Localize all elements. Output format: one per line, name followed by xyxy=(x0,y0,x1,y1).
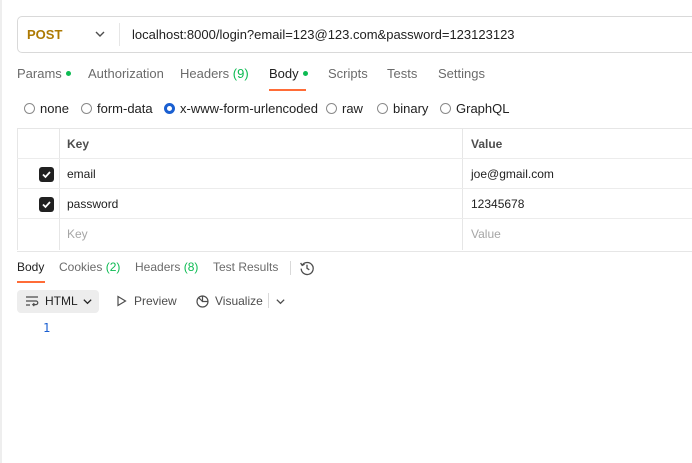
tab-body[interactable]: Body xyxy=(269,66,308,81)
table-row: email joe@gmail.com xyxy=(17,159,692,189)
tab-label: Cookies xyxy=(59,260,103,274)
radio-circle[interactable] xyxy=(24,103,35,114)
url-bar: POST localhost:8000/login?email=123@123.… xyxy=(17,16,692,53)
url-input[interactable]: localhost:8000/login?email=123@123.com&p… xyxy=(132,17,515,52)
wrap-icon xyxy=(26,296,39,307)
green-dot-icon xyxy=(302,71,308,77)
method-select[interactable]: POST xyxy=(27,17,62,52)
radio-label: GraphQL xyxy=(456,101,510,116)
response-tab-cookies[interactable]: Cookies (2) xyxy=(59,260,120,274)
row-checkbox[interactable] xyxy=(39,167,54,182)
tab-label: Test Results xyxy=(213,260,279,274)
param-value[interactable]: joe@gmail.com xyxy=(471,159,554,189)
radio-none[interactable]: none xyxy=(24,101,69,116)
column-header-value: Value xyxy=(471,137,503,151)
radio-label: x-www-form-urlencoded xyxy=(180,101,318,116)
tab-authorization[interactable]: Authorization xyxy=(88,66,164,81)
tab-tests[interactable]: Tests xyxy=(387,66,417,81)
params-table: Key Value email joe@gmail.com password 1… xyxy=(17,128,692,252)
url-divider xyxy=(119,23,120,46)
visualize-label: Visualize xyxy=(215,294,263,308)
table-row: password 12345678 xyxy=(17,189,692,219)
play-icon xyxy=(117,295,127,307)
radio-x-www-form-urlencoded[interactable]: x-www-form-urlencoded xyxy=(164,101,318,116)
radio-circle-selected[interactable] xyxy=(164,103,175,114)
radio-label: form-data xyxy=(97,101,153,116)
chevron-down-icon[interactable] xyxy=(94,28,106,40)
tab-divider xyxy=(290,261,291,275)
table-header-row: Key Value xyxy=(17,129,692,159)
tab-label: Headers xyxy=(135,260,181,274)
key-input[interactable]: Key xyxy=(67,219,88,249)
left-border xyxy=(0,0,2,463)
param-value[interactable]: 12345678 xyxy=(471,189,524,219)
radio-circle[interactable] xyxy=(440,103,451,114)
tab-label: Scripts xyxy=(328,66,368,81)
row-checkbox[interactable] xyxy=(39,197,54,212)
radio-label: none xyxy=(40,101,69,116)
column-header-key: Key xyxy=(67,137,90,151)
response-tab-test-results[interactable]: Test Results xyxy=(213,260,278,274)
tab-count: (8) xyxy=(183,260,199,274)
radio-raw[interactable]: raw xyxy=(326,101,363,116)
checkmark-icon xyxy=(42,171,51,179)
response-tab-headers[interactable]: Headers (8) xyxy=(135,260,198,274)
toolbar-divider xyxy=(268,293,269,308)
active-tab-underline xyxy=(269,89,306,91)
tab-scripts[interactable]: Scripts xyxy=(328,66,368,81)
radio-label: raw xyxy=(342,101,363,116)
param-key[interactable]: email xyxy=(67,159,96,189)
tab-label: Tests xyxy=(387,66,418,81)
format-label: HTML xyxy=(45,294,78,308)
radio-form-data[interactable]: form-data xyxy=(81,101,153,116)
value-input[interactable]: Value xyxy=(471,219,501,249)
tab-headers[interactable]: Headers (9) xyxy=(180,66,249,81)
active-tab-underline xyxy=(17,281,45,283)
tab-label: Body xyxy=(269,66,299,81)
visualize-icon xyxy=(196,295,209,308)
tab-label: Params xyxy=(17,66,62,81)
green-dot-icon xyxy=(65,71,71,77)
response-tab-body[interactable]: Body xyxy=(17,260,44,274)
editor-line-number: 1 xyxy=(43,321,51,335)
radio-graphql[interactable]: GraphQL xyxy=(440,101,509,116)
radio-label: binary xyxy=(393,101,429,116)
chevron-down-icon xyxy=(83,299,92,305)
format-select[interactable]: HTML xyxy=(17,290,99,313)
checkmark-icon xyxy=(42,201,51,209)
tab-label: Body xyxy=(17,260,45,274)
tab-count: (2) xyxy=(105,260,121,274)
chevron-down-icon[interactable] xyxy=(275,296,286,307)
table-row-empty: Key Value xyxy=(17,219,692,249)
tab-label: Authorization xyxy=(88,66,164,81)
tab-params[interactable]: Params xyxy=(17,66,71,81)
radio-binary[interactable]: binary xyxy=(377,101,428,116)
history-icon[interactable] xyxy=(299,260,315,276)
radio-circle[interactable] xyxy=(377,103,388,114)
tab-label: Headers xyxy=(180,66,230,81)
tab-settings[interactable]: Settings xyxy=(438,66,485,81)
radio-circle[interactable] xyxy=(326,103,337,114)
tab-label: Settings xyxy=(438,66,485,81)
tab-count: (9) xyxy=(232,66,249,81)
param-key[interactable]: password xyxy=(67,189,118,219)
radio-circle[interactable] xyxy=(81,103,92,114)
preview-label: Preview xyxy=(134,294,177,308)
